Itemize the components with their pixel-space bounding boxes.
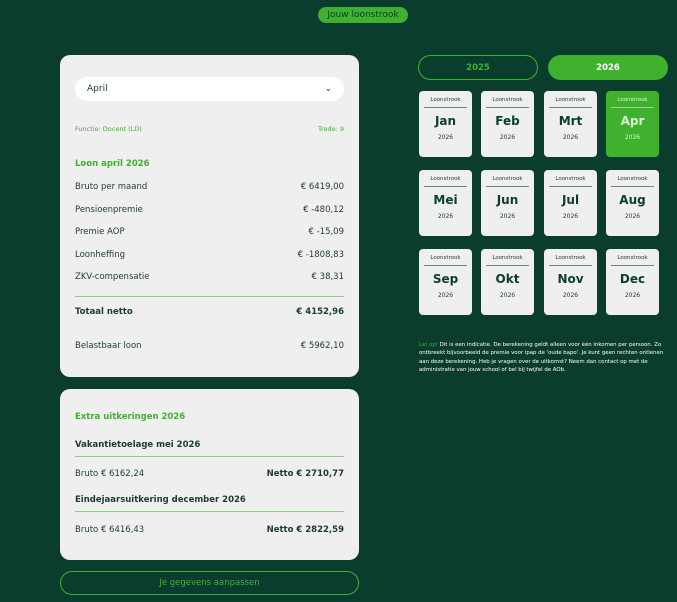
month-label: Loonstrook (555, 176, 586, 182)
divider (75, 511, 344, 512)
month-name: Jan (434, 114, 457, 128)
extra-gross: Bruto € 6162,24 (75, 469, 145, 479)
month-name: Jul (561, 193, 580, 207)
month-label: Loonstrook (430, 176, 461, 182)
disclaimer-text: Dit is een indicatie. De berekening geld… (419, 342, 664, 374)
month-label: Loonstrook (617, 255, 648, 261)
row-label: Loonheffing (75, 250, 125, 260)
month-label: Loonstrook (492, 255, 523, 261)
month-name: Aug (619, 193, 646, 207)
row-value: € -1808,83 (297, 250, 344, 260)
salary-card: April ⌄ Functie: Docent (LD) Trede: 9 Lo… (60, 55, 359, 377)
month-label: Loonstrook (555, 255, 586, 261)
month-label: Loonstrook (617, 97, 648, 103)
row-tax: Loonheffing € -1808,83 (75, 250, 344, 260)
row-label: Pensioenpremie (75, 205, 143, 215)
month-card-okt[interactable]: Loonstrook Okt 2026 (481, 249, 534, 315)
month-year: 2026 (499, 213, 516, 220)
month-name: Nov (557, 272, 584, 286)
function-label: Functie: Docent (LD) (75, 125, 142, 133)
month-year: 2026 (624, 134, 641, 141)
month-year: 2026 (562, 292, 579, 299)
extra-item-row: Bruto € 6162,24 Netto € 2710,77 (75, 469, 344, 479)
month-card-sep[interactable]: Loonstrook Sep 2026 (419, 249, 472, 315)
month-name: Mei (433, 193, 458, 207)
page-title-badge: Jouw loonstrook (318, 7, 408, 23)
month-label: Loonstrook (430, 255, 461, 261)
month-label: Loonstrook (492, 176, 523, 182)
month-card-aug[interactable]: Loonstrook Aug 2026 (606, 170, 659, 236)
row-value: € 6419,00 (300, 182, 344, 192)
extra-net: Netto € 2822,59 (266, 525, 344, 535)
total-value: € 4152,96 (296, 307, 344, 317)
month-label: Loonstrook (555, 97, 586, 103)
month-label: Loonstrook (492, 97, 523, 103)
month-select-value: April (87, 84, 108, 94)
row-aop: Premie AOP € -15,09 (75, 227, 344, 237)
edit-details-button[interactable]: Je gegevens aanpassen (60, 571, 359, 595)
month-name: Okt (495, 272, 520, 286)
year-2026-button[interactable]: 2026 (548, 55, 668, 80)
row-total-net: Totaal netto € 4152,96 (75, 307, 344, 317)
chevron-down-icon: ⌄ (324, 84, 332, 94)
month-name: Jun (496, 193, 519, 207)
extra-net: Netto € 2710,77 (266, 469, 344, 479)
month-select[interactable]: April ⌄ (75, 77, 344, 101)
divider (75, 296, 344, 297)
extra-section-title: Extra uitkeringen 2026 (75, 412, 186, 422)
scale-label: Trede: 9 (317, 125, 344, 133)
total-label: Totaal netto (75, 307, 133, 317)
row-gross: Bruto per maand € 6419,00 (75, 182, 344, 192)
month-year: 2026 (624, 292, 641, 299)
row-value: € 38,31 (311, 272, 344, 282)
month-card-dec[interactable]: Loonstrook Dec 2026 (606, 249, 659, 315)
row-value: € -15,09 (308, 227, 344, 237)
month-year: 2026 (437, 213, 454, 220)
month-year: 2026 (437, 292, 454, 299)
month-year: 2026 (562, 134, 579, 141)
month-card-jan[interactable]: Loonstrook Jan 2026 (419, 91, 472, 157)
month-label: Loonstrook (617, 176, 648, 182)
extra-item-title: Vakantietoelage mei 2026 (75, 440, 201, 450)
year-2025-button[interactable]: 2025 (418, 55, 538, 80)
month-card-jul[interactable]: Loonstrook Jul 2026 (544, 170, 597, 236)
month-name: Sep (432, 272, 459, 286)
month-name: Feb (495, 114, 520, 128)
extra-payments-card: Extra uitkeringen 2026 Vakantietoelage m… (60, 389, 359, 560)
month-year: 2026 (624, 213, 641, 220)
row-label: Bruto per maand (75, 182, 148, 192)
month-name: Dec (619, 272, 646, 286)
month-card-jun[interactable]: Loonstrook Jun 2026 (481, 170, 534, 236)
row-zkv: ZKV-compensatie € 38,31 (75, 272, 344, 282)
month-year: 2026 (499, 134, 516, 141)
divider (75, 456, 344, 457)
month-card-feb[interactable]: Loonstrook Feb 2026 (481, 91, 534, 157)
row-label: ZKV-compensatie (75, 272, 150, 282)
month-card-apr[interactable]: Loonstrook Apr 2026 (606, 91, 659, 157)
month-year: 2026 (562, 213, 579, 220)
disclaimer-note: Let op! Dit is een indicatie. De bereken… (419, 341, 669, 375)
month-year: 2026 (499, 292, 516, 299)
month-name: Apr (620, 114, 645, 128)
month-card-mei[interactable]: Loonstrook Mei 2026 (419, 170, 472, 236)
extra-item-row: Bruto € 6416,43 Netto € 2822,59 (75, 525, 344, 535)
taxable-value: € 5962,10 (300, 341, 344, 351)
taxable-label: Belastbaar loon (75, 341, 142, 351)
disclaimer-highlight: Let op! (419, 342, 438, 348)
month-name: Mrt (558, 114, 583, 128)
row-pension: Pensioenpremie € -480,12 (75, 205, 344, 215)
month-label: Loonstrook (430, 97, 461, 103)
month-year: 2026 (437, 134, 454, 141)
row-taxable: Belastbaar loon € 5962,10 (75, 341, 344, 351)
extra-item-title: Eindejaarsuitkering december 2026 (75, 495, 246, 505)
row-label: Premie AOP (75, 227, 125, 237)
month-card-nov[interactable]: Loonstrook Nov 2026 (544, 249, 597, 315)
row-value: € -480,12 (303, 205, 344, 215)
month-card-mrt[interactable]: Loonstrook Mrt 2026 (544, 91, 597, 157)
extra-gross: Bruto € 6416,43 (75, 525, 145, 535)
salary-section-title: Loon april 2026 (75, 159, 150, 169)
